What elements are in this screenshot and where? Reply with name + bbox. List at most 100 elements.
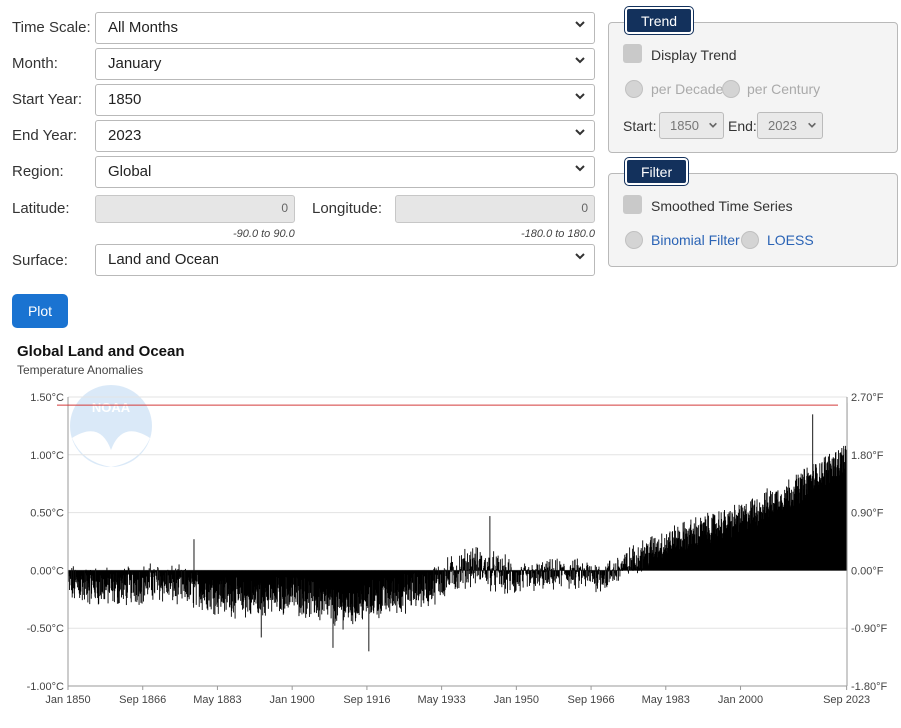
per-century-radio[interactable] [722,80,740,98]
anomaly-bar [604,570,606,584]
anomaly-bar [557,570,558,577]
anomaly-bar [69,570,71,579]
anomaly-bar [358,570,360,616]
month-select[interactable]: January [95,48,595,80]
trend-start-select[interactable]: 1850 [659,112,724,139]
anomaly-bar [671,552,672,571]
anomaly-bar [742,507,744,571]
anomaly-bar [569,570,571,577]
anomaly-bar [134,570,136,602]
anomaly-bar [406,570,408,595]
anomaly-bar [70,570,72,591]
anomaly-bar [458,570,459,573]
anomaly-bar [645,543,647,571]
anomaly-bar [195,570,197,586]
anomaly-bar [551,568,552,571]
anomaly-bar [503,569,505,571]
anomaly-bar [713,514,715,571]
anomaly-bar [74,570,76,589]
anomaly-bar [449,566,451,571]
anomaly-bar [436,570,437,584]
anomaly-bar [180,570,182,595]
trend-end-select[interactable]: 2023 [757,112,823,139]
anomaly-bar [650,537,652,571]
anomaly-bar [493,551,495,571]
anomaly-bar [349,570,351,594]
anomaly-bar [341,570,343,595]
anomaly-bar [86,570,88,581]
anomaly-bar [124,568,125,571]
chevron-down-icon [575,129,585,136]
anomaly-bar [246,570,248,597]
anomaly-bar [730,529,731,571]
anomaly-bar [209,570,211,593]
anomaly-bar [279,570,281,584]
loess-radio[interactable] [741,231,759,249]
anomaly-bar [446,570,448,579]
anomaly-bar [330,570,332,597]
anomaly-bar [396,570,397,596]
binomial-radio[interactable] [625,231,643,249]
anomaly-bar [322,570,324,592]
anomaly-bar [167,570,168,594]
anomaly-bar [85,570,87,589]
display-trend-checkbox[interactable] [623,44,642,63]
anomaly-bar [365,570,367,602]
region-select[interactable]: Global [95,156,595,188]
anomaly-bar [444,570,446,597]
anomaly-bar [116,570,118,573]
anomaly-bar [776,501,777,571]
anomaly-bar [213,570,215,615]
anomaly-bar [348,570,350,614]
anomaly-bar [461,558,463,571]
anomaly-bar [487,567,489,571]
anomaly-bar [288,570,289,595]
anomaly-bar [457,570,459,574]
smoothed-checkbox[interactable] [623,195,642,214]
anomaly-bar [76,570,78,584]
anomaly-bar [634,567,636,571]
anomaly-bar [297,570,298,605]
anomaly-bar [410,570,412,606]
anomaly-bar [719,535,721,571]
anomaly-bar [650,553,652,571]
anomaly-bar [793,498,795,571]
anomaly-bar [201,570,203,592]
anomaly-bar [539,570,541,578]
anomaly-bar [609,570,611,579]
anomaly-bar [521,570,523,582]
anomaly-bar [409,570,411,582]
anomaly-bar [596,570,598,579]
anomaly-bar [632,548,634,571]
anomaly-bar [330,570,332,619]
anomaly-bar [183,570,185,571]
anomaly-bar [676,538,678,571]
anomaly-bar [258,570,260,614]
anomaly-bar [586,570,588,581]
anomaly-bar [304,570,306,602]
anomaly-bar [628,566,630,571]
anomaly-bar [360,570,362,607]
anomaly-bar [281,570,283,597]
plot-button[interactable]: Plot [12,294,68,328]
anomaly-bar [391,570,393,583]
anomaly-bar [553,570,555,581]
anomaly-bar [517,570,518,581]
surface-select[interactable]: Land and Ocean [95,244,595,276]
anomaly-bar [417,570,419,577]
time-scale-select[interactable]: All Months [95,12,595,44]
anomaly-bar [674,525,675,571]
per-decade-radio[interactable] [625,80,643,98]
longitude-input[interactable]: 0 [395,195,595,223]
anomaly-bar [789,505,791,571]
anomaly-bar [363,570,365,600]
anomaly-bar [536,570,538,584]
anomaly-bar [805,483,807,571]
start-year-select[interactable]: 1850 [95,84,595,116]
anomaly-bar [190,570,192,595]
end-year-select[interactable]: 2023 [95,120,595,152]
anomaly-bar [801,497,802,571]
anomaly-bar [838,450,839,571]
latitude-input[interactable]: 0 [95,195,295,223]
anomaly-bar [400,570,402,609]
